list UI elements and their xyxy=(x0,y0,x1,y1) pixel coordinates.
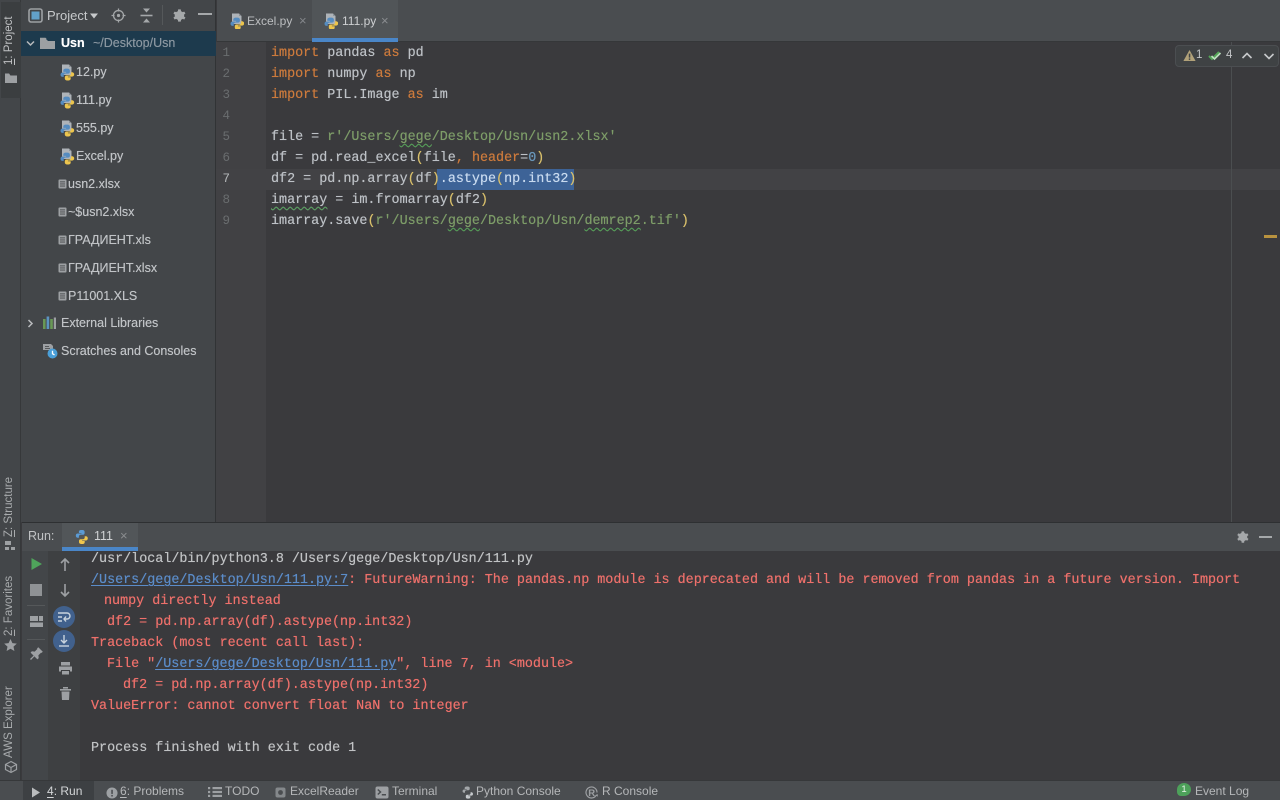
svg-text:R: R xyxy=(588,788,595,799)
